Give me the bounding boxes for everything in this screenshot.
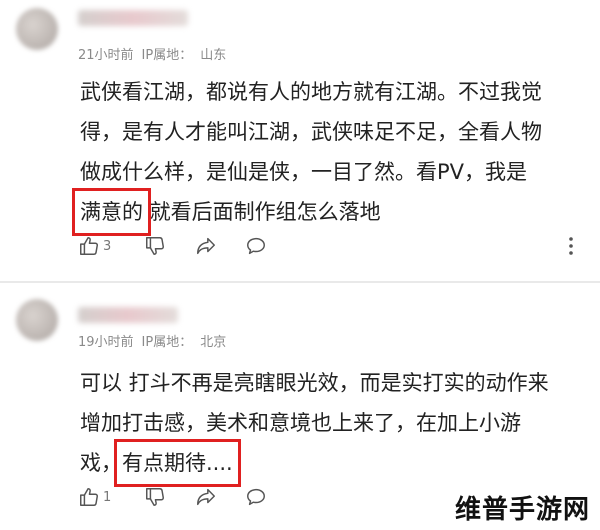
more-vertical-icon bbox=[568, 236, 574, 256]
comment-time: 21小时前 bbox=[78, 48, 134, 63]
ip-location-label: IP属地： bbox=[141, 335, 193, 350]
comment-line: 得，是有人才能叫江湖，武侠味足不足，全看人物 bbox=[80, 120, 542, 144]
comment-time: 19小时前 bbox=[78, 335, 134, 350]
share-button[interactable] bbox=[194, 232, 218, 260]
thumbs-up-icon bbox=[78, 235, 100, 257]
highlight-box: 满意的 bbox=[72, 188, 151, 236]
share-icon bbox=[194, 486, 218, 508]
thumbs-down-icon bbox=[144, 486, 166, 508]
comment-button[interactable] bbox=[244, 483, 268, 511]
comment-button[interactable] bbox=[244, 232, 268, 260]
site-watermark: 维普手游网 bbox=[454, 495, 590, 525]
comment-icon bbox=[244, 235, 268, 257]
username-blurred[interactable] bbox=[78, 307, 178, 323]
comment-line: 增加打击感，美术和意境也上来了，在加上小游 bbox=[80, 411, 521, 435]
comment-line: 做成什么样，是仙是侠，一目了然。看PV，我是 bbox=[80, 160, 528, 184]
comment-line-rest: 就看后面制作组怎么落地 bbox=[143, 200, 381, 224]
like-button[interactable]: 3 bbox=[78, 232, 111, 260]
divider bbox=[0, 281, 600, 283]
username-blurred[interactable] bbox=[78, 10, 188, 26]
comment-line-last: 满意的 就看后面制作组怎么落地 bbox=[72, 188, 580, 236]
comment-line: 可以 打斗不再是亮瞎眼光效，而是实打实的动作来 bbox=[80, 371, 549, 395]
highlight-box: 有点期待.... bbox=[114, 439, 241, 487]
share-icon bbox=[194, 235, 218, 257]
ip-location: 山东 bbox=[200, 48, 227, 63]
comment-meta: 19小时前 IP属地： 北京 bbox=[78, 331, 234, 350]
thumbs-down-icon bbox=[144, 235, 166, 257]
more-button[interactable] bbox=[568, 232, 574, 260]
share-button[interactable] bbox=[194, 483, 218, 511]
action-bar: 3 bbox=[78, 232, 588, 260]
ip-location-label: IP属地： bbox=[141, 48, 193, 63]
comment-meta: 21小时前 IP属地： 山东 bbox=[78, 44, 234, 63]
dislike-button[interactable] bbox=[144, 232, 166, 260]
comment-line: 武侠看江湖，都说有人的地方就有江湖。不过我觉 bbox=[80, 80, 542, 104]
like-button[interactable]: 1 bbox=[78, 483, 111, 511]
comment-icon bbox=[244, 486, 268, 508]
avatar[interactable] bbox=[16, 8, 58, 50]
ip-location: 北京 bbox=[200, 335, 227, 350]
like-count: 1 bbox=[103, 489, 112, 505]
dislike-button[interactable] bbox=[144, 483, 166, 511]
comment-item: 21小时前 IP属地： 山东 武侠看江湖，都说有人的地方就有江湖。不过我觉 得，是有… bbox=[0, 0, 600, 280]
thumbs-up-icon bbox=[78, 486, 100, 508]
like-count: 3 bbox=[103, 238, 112, 254]
comment-text: 可以 打斗不再是亮瞎眼光效，而是实打实的动作来 增加打击感，美术和意境也上来了，… bbox=[80, 363, 580, 487]
comment-line-last: 戏，有点期待.... bbox=[80, 439, 580, 487]
avatar[interactable] bbox=[16, 299, 58, 341]
comment-text: 武侠看江湖，都说有人的地方就有江湖。不过我觉 得，是有人才能叫江湖，武侠味足不足… bbox=[72, 72, 580, 236]
